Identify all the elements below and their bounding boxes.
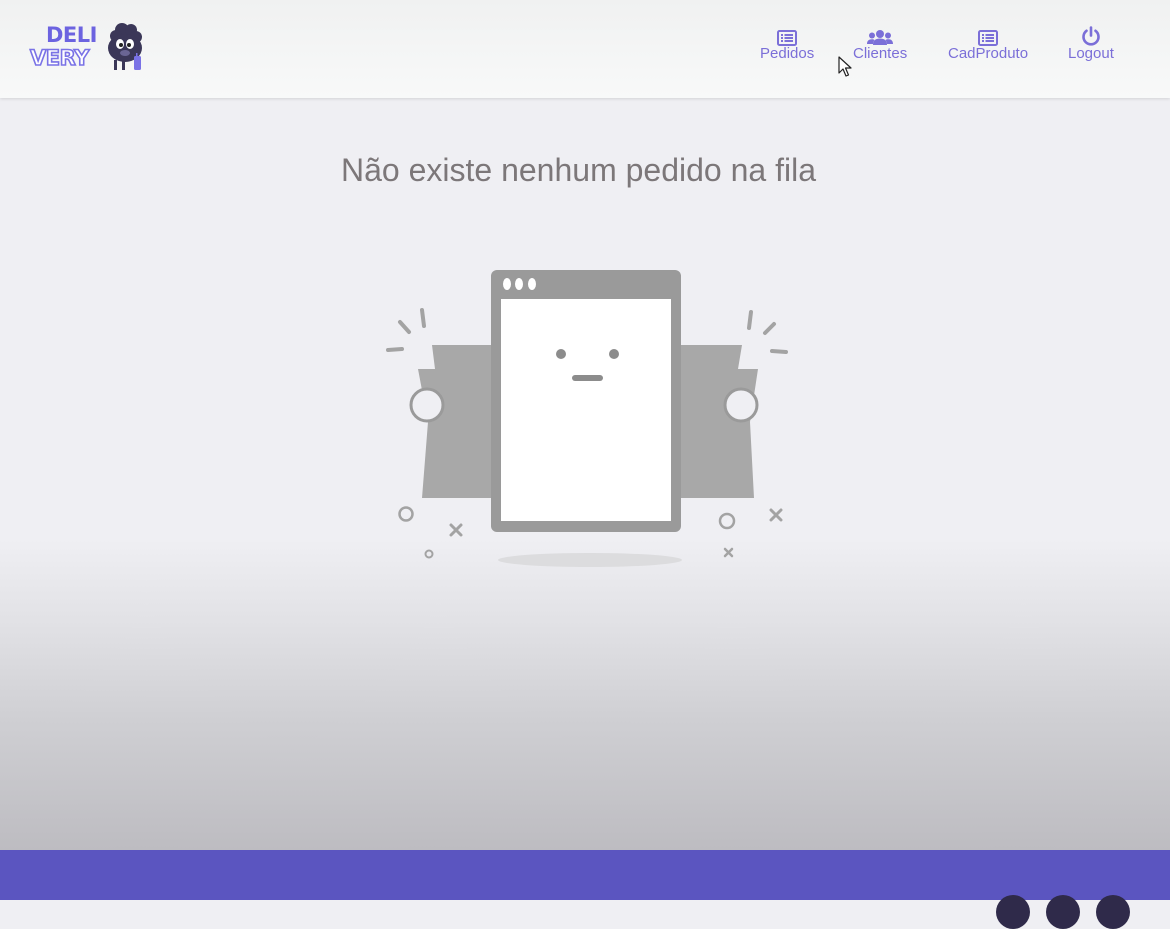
nav-item-logout[interactable]: Logout (1068, 24, 1114, 62)
navbar: DELI VERY Pedidos Clientes CadProduto Lo… (0, 0, 1170, 98)
nav-item-pedidos[interactable]: Pedidos (760, 24, 814, 62)
social-link-icon[interactable] (1096, 895, 1130, 929)
social-link-icon[interactable] (996, 895, 1030, 929)
nav-item-clientes[interactable]: Clientes (853, 24, 907, 62)
empty-window-illustration (386, 270, 788, 567)
nav-item-logout-label: Logout (1068, 45, 1114, 62)
mouse-cursor-icon (838, 56, 852, 77)
footer (0, 850, 1170, 900)
users-icon (867, 24, 894, 46)
list-icon (777, 24, 798, 46)
nav-item-cadproduto[interactable]: CadProduto (948, 24, 1028, 62)
main-nav: Pedidos Clientes CadProduto Logout (0, 24, 1170, 74)
nav-item-pedidos-label: Pedidos (760, 45, 815, 62)
list-icon (978, 24, 999, 46)
social-link-icon[interactable] (1046, 895, 1080, 929)
empty-queue-message: Não existe nenhum pedido na fila (341, 152, 816, 188)
nav-item-cadproduto-label: CadProduto (948, 45, 1029, 62)
nav-item-clientes-label: Clientes (853, 45, 908, 62)
power-icon (1081, 24, 1101, 46)
